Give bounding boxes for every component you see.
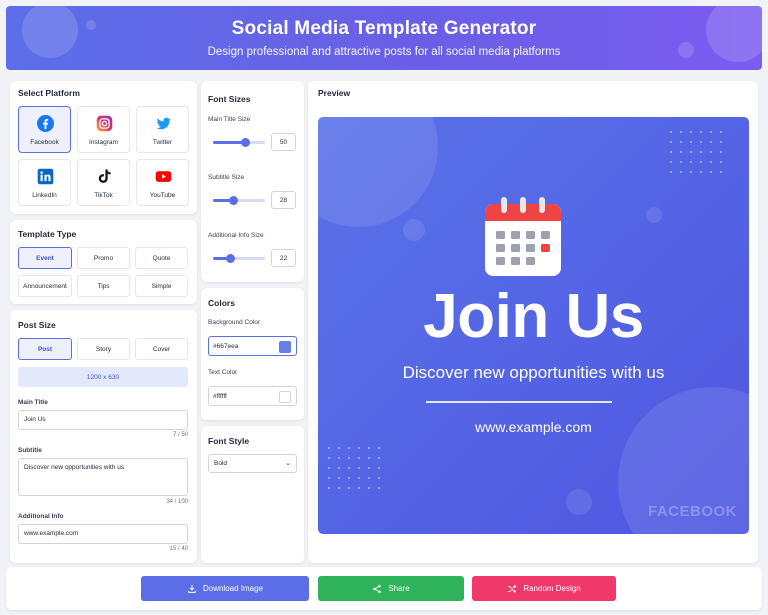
decorative-circle [318, 117, 438, 227]
share-label: Share [388, 584, 410, 593]
platform-twitter[interactable]: Twitter [136, 106, 189, 153]
instagram-icon [96, 115, 113, 132]
app-header: Social Media Template Generator Design p… [6, 6, 762, 70]
template-type-section-title: Template Type [18, 229, 77, 239]
platform-youtube[interactable]: YouTube [136, 159, 189, 206]
youtube-icon [155, 171, 172, 182]
main-title-input[interactable]: Join Us [18, 410, 188, 430]
platform-label: TikTok [94, 192, 113, 199]
page-title: Social Media Template Generator [231, 18, 537, 39]
slider-thumb[interactable] [229, 196, 238, 205]
platform-tiktok[interactable]: TikTok [77, 159, 130, 206]
download-button[interactable]: Download Image [141, 576, 309, 601]
background-color-input[interactable]: #667eea [208, 336, 297, 356]
random-design-label: Random Design [523, 584, 581, 593]
preview-subtitle: Discover new opportunities with us [402, 363, 665, 382]
page-subtitle: Design professional and attractive posts… [207, 46, 561, 58]
template-type-announcement[interactable]: Announcement [18, 275, 72, 297]
platform-linkedin[interactable]: LinkedIn [18, 159, 71, 206]
decorative-circle [403, 219, 425, 241]
post-size-story[interactable]: Story [77, 338, 130, 360]
post-size-post[interactable]: Post [18, 338, 72, 360]
preview-canvas: Join Us Discover new opportunities with … [318, 117, 749, 534]
template-type-event[interactable]: Event [18, 247, 72, 269]
main-title-size-value[interactable]: 50 [271, 133, 296, 151]
text-color-label: Text Color [208, 369, 238, 376]
template-type-tips[interactable]: Tips [77, 275, 130, 297]
decorative-circle [646, 207, 662, 223]
shuffle-icon [508, 584, 517, 593]
template-type-quote[interactable]: Quote [135, 247, 188, 269]
subtitle-size-label: Subtitle Size [208, 174, 245, 181]
platform-label: Twitter [152, 139, 173, 146]
font-style-select[interactable]: Bold ⌄ [208, 454, 297, 473]
colors-section-title: Colors [208, 298, 235, 308]
subtitle-size-slider[interactable] [213, 196, 265, 205]
platform-label: LinkedIn [32, 192, 57, 199]
additional-info-input[interactable]: www.example.com [18, 524, 188, 544]
slider-thumb[interactable] [241, 138, 250, 147]
additional-info-count: 15 / 40 [169, 546, 188, 552]
background-color-value: #667eea [213, 342, 239, 350]
preview-section-title: Preview [318, 88, 351, 98]
main-title-size-label: Main Title Size [208, 116, 251, 123]
platform-label: Instagram [89, 139, 118, 146]
text-color-value: #ffffff [213, 392, 227, 400]
subtitle-label: Subtitle [18, 447, 42, 454]
platform-facebook[interactable]: Facebook [18, 106, 71, 153]
main-title-label: Main Title [18, 399, 48, 406]
font-sizes-section-title: Font Sizes [208, 94, 251, 104]
subtitle-size-value[interactable]: 28 [271, 191, 296, 209]
share-button[interactable]: Share [318, 576, 464, 601]
preview-title: Join Us [423, 282, 644, 351]
linkedin-icon [37, 168, 54, 185]
tiktok-icon [98, 169, 111, 183]
post-size-section-title: Post Size [18, 320, 56, 330]
additional-info-label: Additional Info [18, 513, 64, 520]
preview-info: www.example.com [475, 419, 592, 435]
preview-divider [426, 401, 612, 403]
font-style-card [201, 426, 304, 563]
font-style-value: Bold [214, 460, 228, 467]
slider-thumb[interactable] [226, 254, 235, 263]
platform-instagram[interactable]: Instagram [77, 106, 130, 153]
share-icon [373, 584, 382, 593]
calendar-icon [485, 197, 561, 276]
download-icon [188, 584, 196, 593]
platform-label: YouTube [149, 192, 176, 199]
template-type-simple[interactable]: Simple [135, 275, 188, 297]
subtitle-textarea[interactable]: Discover new opportunities with us [18, 458, 188, 496]
post-size-dimensions: 1200 x 630 [18, 367, 188, 387]
download-label: Download Image [202, 584, 264, 593]
subtitle-count: 34 / 100 [166, 499, 188, 505]
preview-watermark: FACEBOOK [647, 503, 737, 520]
additional-info-size-value[interactable]: 22 [271, 249, 296, 267]
dot-pattern [328, 447, 388, 489]
main-title-size-slider[interactable] [213, 138, 265, 147]
random-design-button[interactable]: Random Design [472, 576, 616, 601]
post-size-cover[interactable]: Cover [135, 338, 188, 360]
additional-info-size-label: Additional Info Size [208, 232, 264, 239]
main-title-count: 7 / 50 [172, 432, 188, 438]
additional-info-size-slider[interactable] [213, 254, 265, 263]
dot-pattern [670, 131, 730, 173]
facebook-icon [37, 115, 54, 132]
background-color-label: Background Color [208, 319, 261, 326]
twitter-icon [156, 117, 171, 130]
text-color-swatch[interactable] [279, 391, 291, 403]
template-type-promo[interactable]: Promo [77, 247, 130, 269]
chevron-down-icon: ⌄ [285, 460, 291, 467]
font-style-section-title: Font Style [208, 436, 250, 446]
platform-label: Facebook [30, 139, 59, 146]
platform-section-title: Select Platform [18, 88, 80, 98]
decorative-circle [566, 489, 592, 515]
background-color-swatch[interactable] [279, 341, 291, 353]
text-color-input[interactable]: #ffffff [208, 386, 297, 406]
